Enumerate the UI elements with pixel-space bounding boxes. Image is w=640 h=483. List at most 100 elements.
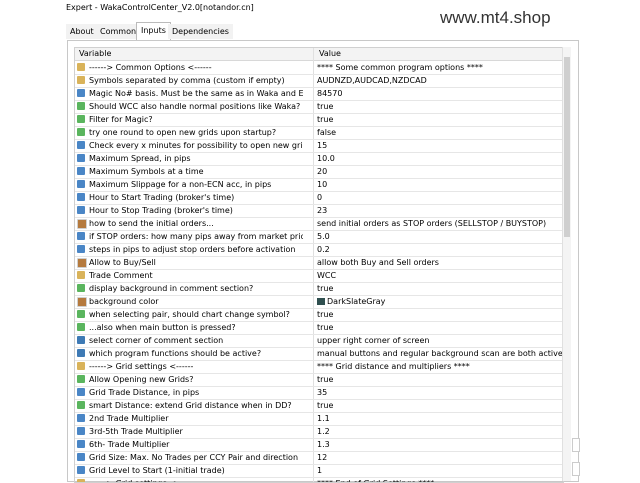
variable-value[interactable]: 20 bbox=[317, 167, 327, 176]
table-row[interactable]: Maximum Slippage for a non-ECN acc, in p… bbox=[75, 178, 563, 192]
variable-value[interactable]: 5.0 bbox=[317, 232, 330, 241]
variable-value[interactable]: **** Grid distance and multipliers **** bbox=[317, 362, 470, 371]
grid-header: Variable Value bbox=[75, 48, 563, 61]
variable-name: 3rd-5th Trade Multiplier bbox=[89, 427, 183, 436]
variable-name: Should WCC also handle normal positions … bbox=[89, 102, 301, 111]
table-row[interactable]: Filter for Magic? true bbox=[75, 113, 563, 127]
text-param-icon bbox=[77, 76, 85, 84]
table-row[interactable]: Hour to Start Trading (broker's time) 0 bbox=[75, 191, 563, 205]
variable-name: Allow Opening new Grids? bbox=[89, 375, 194, 384]
variable-value[interactable]: 0.2 bbox=[317, 245, 330, 254]
variable-name: if STOP orders: how many pips away from … bbox=[89, 232, 303, 241]
bool-param-icon bbox=[77, 375, 85, 383]
table-row[interactable]: Check every x minutes for possibility to… bbox=[75, 139, 563, 153]
variable-value[interactable]: upper right corner of screen bbox=[317, 336, 429, 345]
tab-common[interactable]: Common bbox=[96, 24, 141, 39]
table-row[interactable]: Maximum Symbols at a time 20 bbox=[75, 165, 563, 179]
variable-value-text: 1.3 bbox=[317, 440, 330, 449]
variable-value-text: 0 bbox=[317, 193, 323, 202]
variable-value[interactable]: true bbox=[317, 284, 333, 293]
table-row[interactable]: select corner of comment section upper ri… bbox=[75, 334, 563, 348]
table-row[interactable]: ------> Grid settings <------**** End of… bbox=[75, 477, 563, 482]
variable-value[interactable]: true bbox=[317, 115, 333, 124]
variable-value[interactable]: manual buttons and regular background sc… bbox=[317, 349, 563, 358]
table-row[interactable]: which program functions should be active… bbox=[75, 347, 563, 361]
variable-value[interactable]: 15 bbox=[317, 141, 327, 150]
variable-value[interactable]: DarkSlateGray bbox=[317, 297, 385, 306]
table-row[interactable]: if STOP orders: how many pips away from … bbox=[75, 230, 563, 244]
table-row[interactable]: try one round to open new grids upon sta… bbox=[75, 126, 563, 140]
table-row[interactable]: 6th- Trade Multiplier 1.3 bbox=[75, 438, 563, 452]
variable-name: Grid Level to Start (1-initial trade) bbox=[89, 466, 225, 475]
text-param-icon bbox=[77, 63, 85, 71]
variable-value[interactable]: send initial orders as STOP orders (SELL… bbox=[317, 219, 546, 228]
table-row[interactable]: Maximum Spread, in pips 10.0 bbox=[75, 152, 563, 166]
enum-list-icon bbox=[77, 349, 85, 357]
table-row[interactable]: Allow Opening new Grids? true bbox=[75, 373, 563, 387]
number-param-icon bbox=[77, 89, 85, 97]
variable-value[interactable]: WCC bbox=[317, 271, 336, 280]
number-param-icon bbox=[77, 466, 85, 474]
table-row[interactable]: Magic No# basis. Must be the same as in … bbox=[75, 87, 563, 101]
table-row[interactable]: Hour to Stop Trading (broker's time) 23 bbox=[75, 204, 563, 218]
table-row[interactable]: background color DarkSlateGray bbox=[75, 295, 563, 309]
scrollbar-thumb[interactable] bbox=[564, 57, 570, 237]
table-row[interactable]: how to send the initial orders... send in… bbox=[75, 217, 563, 231]
variable-value[interactable]: false bbox=[317, 128, 336, 137]
variable-value[interactable]: **** Some common program options **** bbox=[317, 63, 483, 72]
table-row[interactable]: Trade Comment WCC bbox=[75, 269, 563, 283]
table-row[interactable]: ...also when main button is pressed? true bbox=[75, 321, 563, 335]
variable-value[interactable]: AUDNZD,AUDCAD,NZDCAD bbox=[317, 76, 427, 85]
variable-value[interactable]: true bbox=[317, 323, 333, 332]
variable-value[interactable]: 84570 bbox=[317, 89, 342, 98]
variable-value[interactable]: 10.0 bbox=[317, 154, 335, 163]
table-row[interactable]: when selecting pair, should chart change… bbox=[75, 308, 563, 322]
variable-value[interactable]: 35 bbox=[317, 388, 327, 397]
side-button[interactable] bbox=[572, 438, 580, 452]
number-param-icon bbox=[77, 453, 85, 461]
table-row[interactable]: Grid Size: Max. No Trades per CCY Pair a… bbox=[75, 451, 563, 465]
variable-value[interactable]: 1.1 bbox=[317, 414, 330, 423]
tab-inputs[interactable]: Inputs bbox=[136, 22, 171, 41]
variable-value[interactable]: 1.3 bbox=[317, 440, 330, 449]
table-row[interactable]: display background in comment section? tr… bbox=[75, 282, 563, 296]
variable-value[interactable]: true bbox=[317, 401, 333, 410]
table-row[interactable]: ------> Common Options <------ **** Some … bbox=[75, 61, 563, 75]
table-row[interactable]: Symbols separated by comma (custom if em… bbox=[75, 74, 563, 88]
table-row[interactable]: Allow to Buy/Sell allow both Buy and Sell… bbox=[75, 256, 563, 270]
table-row[interactable]: steps in pips to adjust stop orders befo… bbox=[75, 243, 563, 257]
variable-value[interactable]: 10 bbox=[317, 180, 327, 189]
variable-value[interactable]: 23 bbox=[317, 206, 327, 215]
tab-dependencies[interactable]: Dependencies bbox=[168, 24, 233, 39]
table-row[interactable]: 2nd Trade Multiplier 1.1 bbox=[75, 412, 563, 426]
variable-value[interactable]: 12 bbox=[317, 453, 327, 462]
variable-value-text: manual buttons and regular background sc… bbox=[317, 349, 563, 358]
table-row[interactable]: Should WCC also handle normal positions … bbox=[75, 100, 563, 114]
table-row[interactable]: smart Distance: extend Grid distance whe… bbox=[75, 399, 563, 413]
column-header-value[interactable]: Value bbox=[319, 49, 341, 58]
variable-value[interactable]: 1.2 bbox=[317, 427, 330, 436]
variable-value-text: true bbox=[317, 115, 334, 124]
table-row[interactable]: ------> Grid settings <------ **** Grid d… bbox=[75, 360, 563, 374]
table-row[interactable]: Grid Trade Distance, in pips 35 bbox=[75, 386, 563, 400]
side-button[interactable] bbox=[572, 462, 580, 476]
table-row[interactable]: 3rd-5th Trade Multiplier 1.2 bbox=[75, 425, 563, 439]
variable-name: Trade Comment bbox=[89, 271, 153, 280]
variable-value-text: false bbox=[317, 128, 337, 137]
text-param-icon bbox=[77, 362, 85, 370]
table-row[interactable]: Grid Level to Start (1-initial trade) 1 bbox=[75, 464, 563, 478]
number-param-icon bbox=[77, 427, 85, 435]
variable-value[interactable]: 1 bbox=[317, 466, 322, 475]
number-param-icon bbox=[77, 414, 85, 422]
variable-value-text: 23 bbox=[317, 206, 328, 215]
variable-value[interactable]: true bbox=[317, 375, 333, 384]
variable-value[interactable]: true bbox=[317, 102, 333, 111]
variable-value[interactable]: 0 bbox=[317, 193, 322, 202]
text-param-icon bbox=[77, 271, 85, 279]
variable-value[interactable]: true bbox=[317, 310, 333, 319]
tab-about[interactable]: About bbox=[66, 24, 98, 39]
column-header-variable[interactable]: Variable bbox=[79, 49, 111, 58]
vertical-scrollbar[interactable] bbox=[562, 47, 571, 481]
variable-value[interactable]: allow both Buy and Sell orders bbox=[317, 258, 439, 267]
variable-value-text: true bbox=[317, 310, 334, 319]
